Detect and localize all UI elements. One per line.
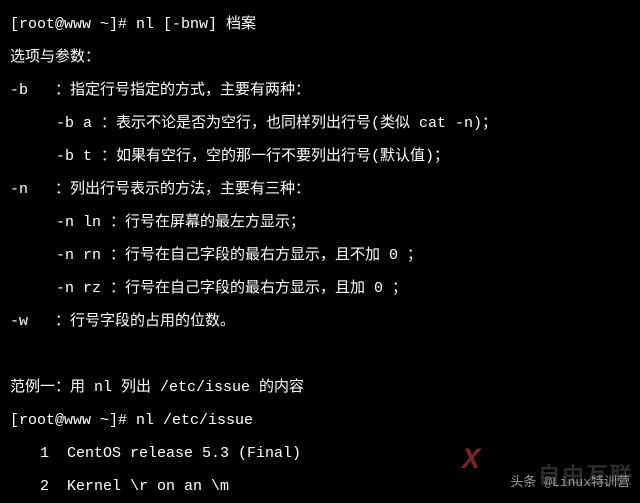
shell-prompt-usage: [root@www ~]# nl [-bnw] 档案: [10, 8, 630, 41]
option-n-ln: -n ln ：行号在屏幕的最左方显示；: [10, 206, 630, 239]
watermark-source: 头条 @Linux特训营: [510, 469, 630, 498]
option-n-rn: -n rn ：行号在自己字段的最右方显示，且不加 0 ；: [10, 239, 630, 272]
watermark-x-icon: X: [462, 428, 480, 494]
option-b-t: -b t ：如果有空行，空的那一行不要列出行号(默认值)；: [10, 140, 630, 173]
option-b: -b ：指定行号指定的方式，主要有两种：: [10, 74, 630, 107]
option-n-rz: -n rz ：行号在自己字段的最右方显示，且加 0 ；: [10, 272, 630, 305]
option-n: -n ：列出行号表示的方法，主要有三种：: [10, 173, 630, 206]
blank-line: [10, 338, 630, 371]
example-header: 范例一：用 nl 列出 /etc/issue 的内容: [10, 371, 630, 404]
shell-prompt-example: [root@www ~]# nl /etc/issue: [10, 404, 630, 437]
option-w: -w ：行号字段的占用的位数。: [10, 305, 630, 338]
option-b-a: -b a ：表示不论是否为空行，也同样列出行号(类似 cat -n)；: [10, 107, 630, 140]
options-header: 选项与参数：: [10, 41, 630, 74]
